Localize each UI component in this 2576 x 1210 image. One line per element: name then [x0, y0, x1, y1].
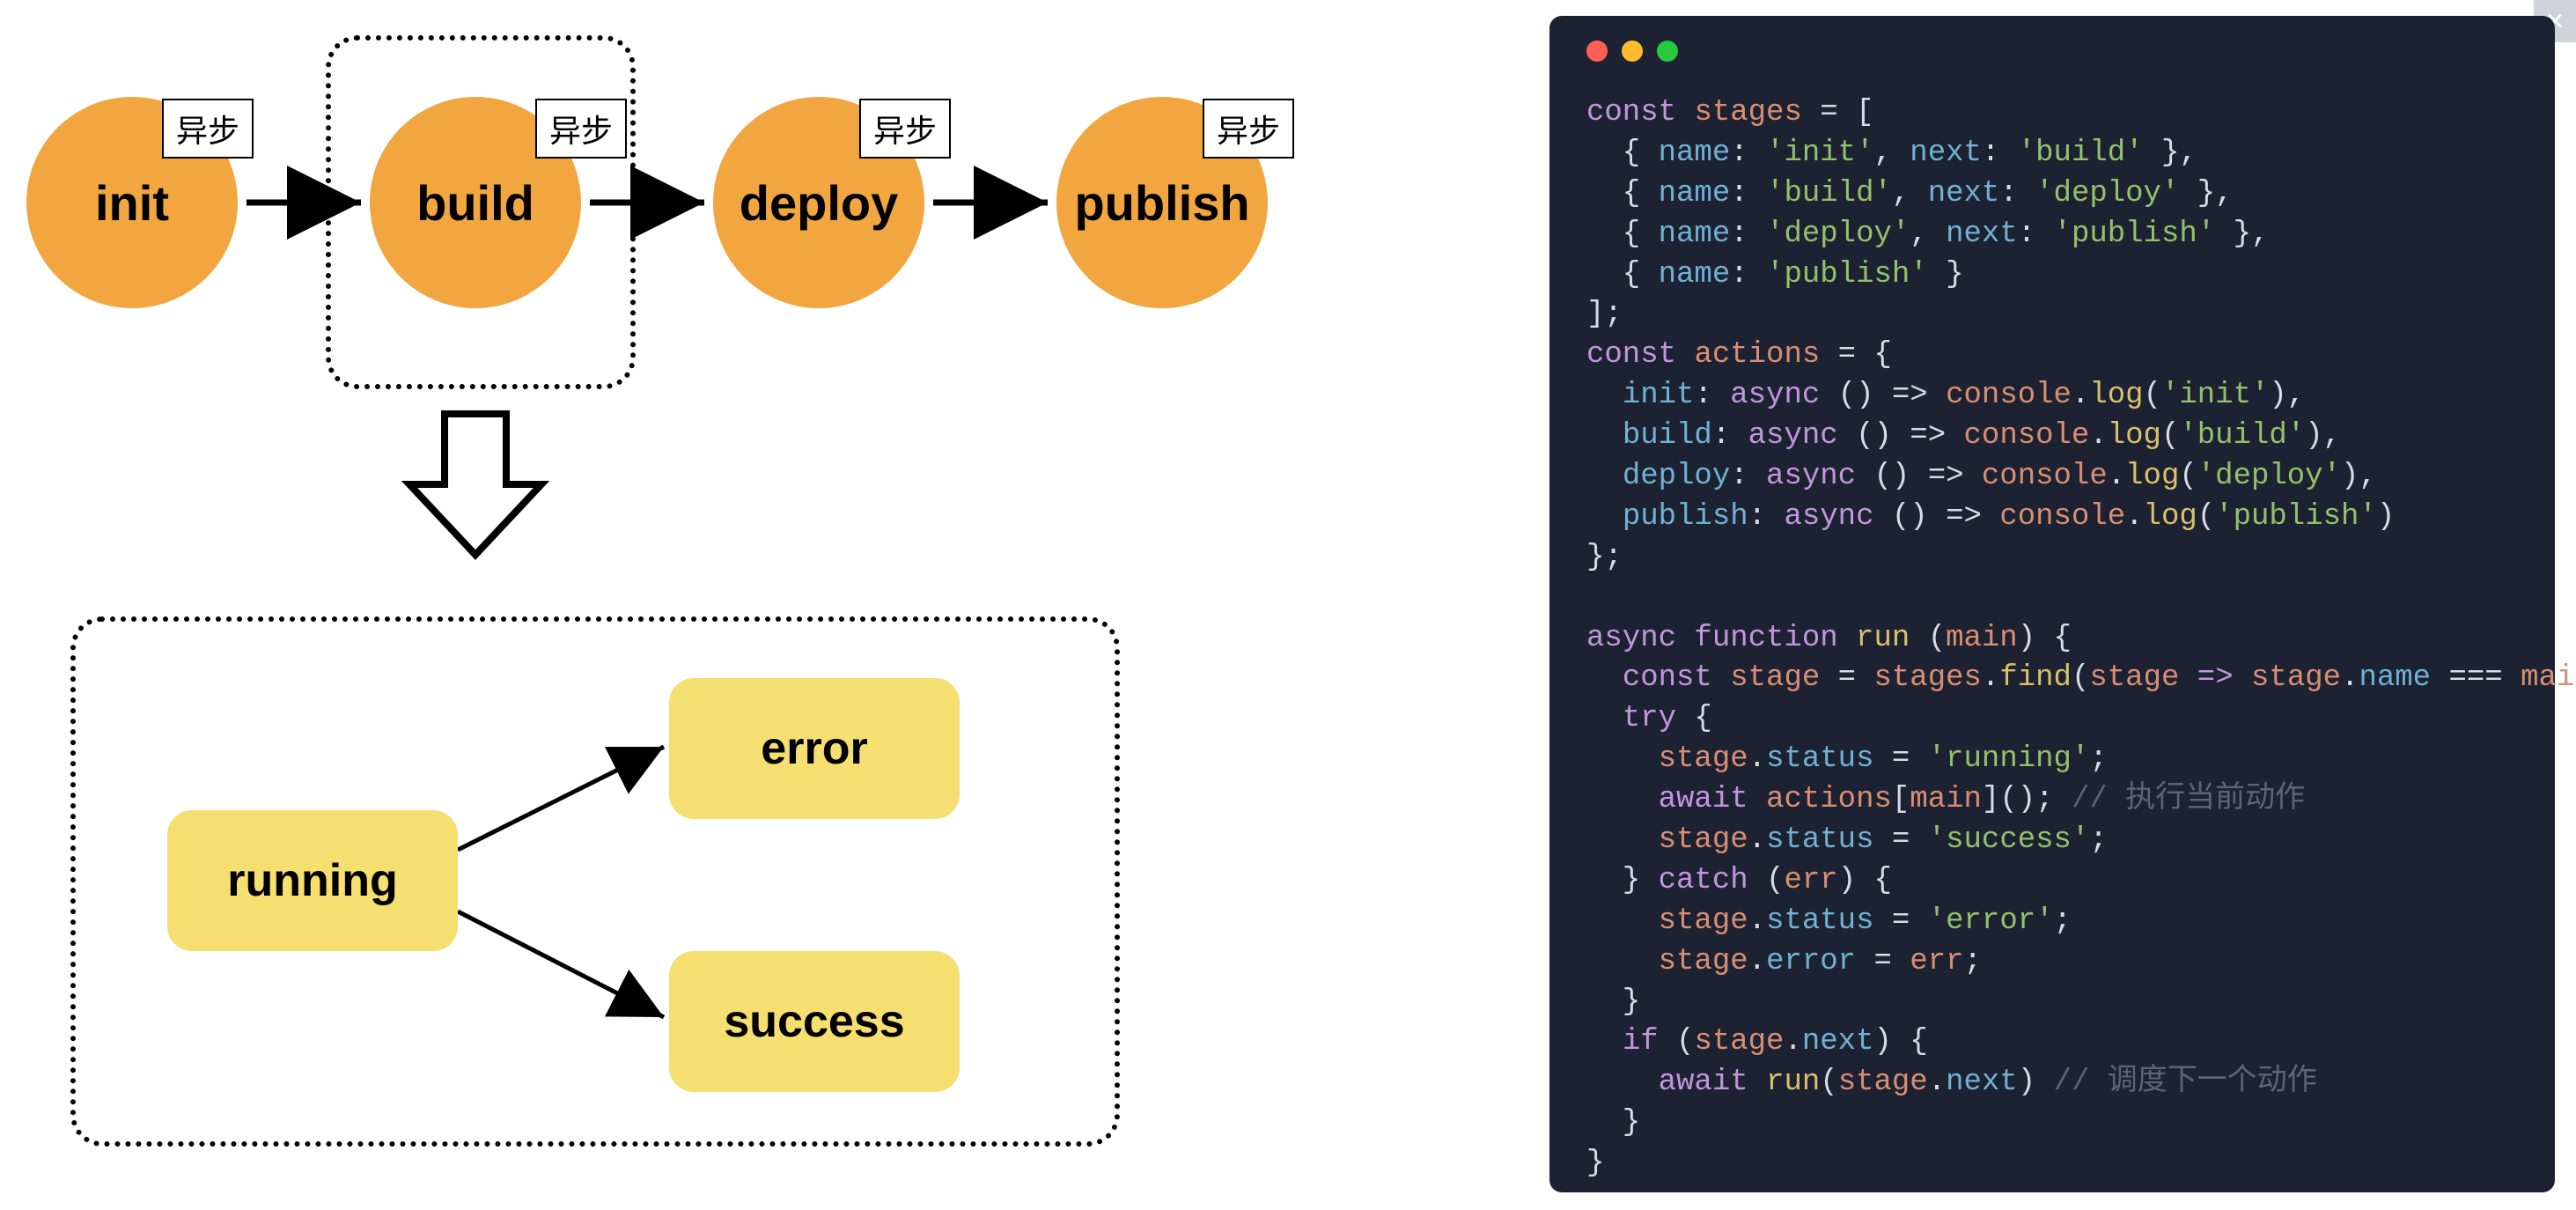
close-dot-icon[interactable]: [1586, 41, 1608, 62]
state-label: success: [724, 995, 904, 1048]
minimize-dot-icon[interactable]: [1622, 41, 1643, 62]
stage-label: deploy: [740, 174, 898, 232]
stage-label: publish: [1074, 174, 1249, 232]
state-label: error: [761, 722, 867, 775]
window-controls: [1586, 41, 2530, 62]
state-error: error: [669, 678, 960, 819]
async-tag: 异步: [859, 99, 951, 159]
pipeline-diagram: init build deploy publish 异步 异步 异步 异步: [0, 0, 1373, 1210]
state-success: success: [669, 951, 960, 1092]
zoom-dot-icon[interactable]: [1657, 41, 1678, 62]
state-running: running: [167, 810, 458, 951]
selected-stage-outline: [326, 35, 636, 389]
async-tag: 异步: [1203, 99, 1294, 159]
async-tag: 异步: [162, 99, 254, 159]
code-block: const stages = [ { name: 'init', next: '…: [1586, 93, 2530, 1184]
state-label: running: [227, 854, 398, 907]
code-panel: const stages = [ { name: 'init', next: '…: [1549, 16, 2555, 1192]
stage-label: init: [95, 174, 169, 232]
figure-root: × init build deploy publish 异步 异步 异步 异步: [0, 0, 2576, 1210]
